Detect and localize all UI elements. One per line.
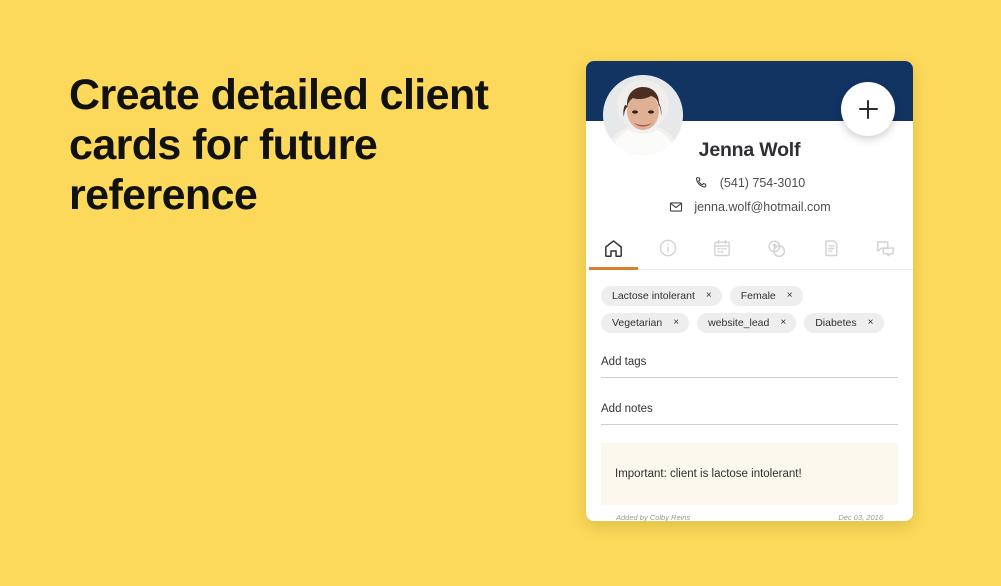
- add-tags-input[interactable]: [601, 356, 898, 368]
- note-text: Important: client is lactose intolerant!: [615, 468, 802, 480]
- tag-label: Diabetes: [815, 317, 857, 329]
- tab-home[interactable]: [586, 227, 641, 270]
- tag-label: website_lead: [708, 317, 770, 329]
- tag-remove-icon[interactable]: ×: [673, 318, 679, 328]
- tab-info[interactable]: [641, 227, 696, 269]
- plus-icon-horizontal: [858, 108, 878, 110]
- tag-chip[interactable]: Lactose intolerant ×: [601, 286, 722, 306]
- card-body: Lactose intolerant × Female × Vegetarian…: [586, 270, 913, 521]
- add-button[interactable]: [841, 82, 895, 136]
- tab-payments[interactable]: [750, 227, 805, 269]
- tab-calendar[interactable]: [695, 227, 750, 269]
- note-footer: Added by Colby Reins Dec 03, 2016: [601, 505, 898, 521]
- avatar: [603, 75, 683, 155]
- add-tags-field[interactable]: [601, 349, 898, 378]
- page-headline: Create detailed client cards for future …: [69, 71, 489, 219]
- note-date: Dec 03, 2016: [838, 513, 883, 521]
- tag-chip[interactable]: Female ×: [729, 286, 803, 306]
- client-phone-value: (541) 754-3010: [719, 175, 806, 190]
- tag-remove-icon[interactable]: ×: [787, 291, 793, 301]
- tag-remove-icon[interactable]: ×: [706, 291, 712, 301]
- card-tab-bar: [586, 227, 913, 270]
- tag-chip[interactable]: Vegetarian ×: [601, 313, 690, 333]
- client-phone-row[interactable]: (541) 754-3010: [586, 175, 913, 190]
- tag-remove-icon[interactable]: ×: [868, 318, 874, 328]
- client-email-value: jenna.wolf@hotmail.com: [694, 199, 831, 214]
- add-notes-field[interactable]: [601, 396, 898, 425]
- note-author: Added by Colby Reins: [616, 513, 691, 521]
- client-email-row[interactable]: jenna.wolf@hotmail.com: [586, 199, 913, 214]
- tag-remove-icon[interactable]: ×: [780, 318, 786, 328]
- tag-label: Female: [740, 290, 776, 302]
- tag-chip[interactable]: website_lead ×: [697, 313, 797, 333]
- client-card: Jenna Wolf (541) 754-3010 jenna.wolf@hot…: [586, 61, 913, 521]
- tab-messages[interactable]: [859, 227, 914, 269]
- tab-documents[interactable]: [804, 227, 859, 269]
- email-icon: [668, 199, 683, 214]
- phone-icon: [694, 175, 709, 190]
- add-notes-input[interactable]: [601, 403, 898, 415]
- tag-label: Vegetarian: [612, 317, 663, 329]
- tag-chip[interactable]: Diabetes ×: [804, 313, 884, 333]
- note-item[interactable]: Important: client is lactose intolerant!: [601, 443, 898, 505]
- tag-list: Lactose intolerant × Female × Vegetarian…: [601, 286, 898, 333]
- tag-label: Lactose intolerant: [612, 290, 695, 302]
